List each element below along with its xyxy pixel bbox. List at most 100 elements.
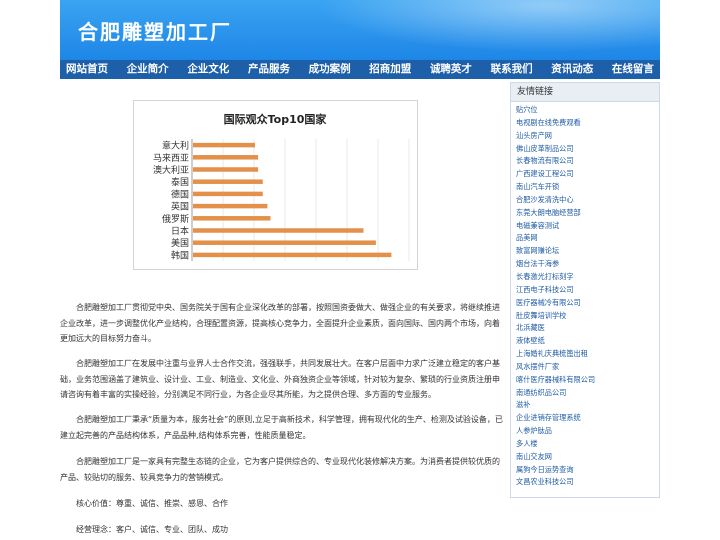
category-label: 意大利 xyxy=(162,140,189,152)
page-wrapper: 合肥雕塑加工厂 网站首页 企业简介 企业文化 产品服务 成功案例 招商加盟 诚聘… xyxy=(60,0,660,540)
sidebar-link-item: 液体壁纸 xyxy=(516,335,659,348)
nav-message[interactable]: 在线留言 xyxy=(612,60,654,79)
sidebar-link-item: 属狗今日运势查询 xyxy=(516,464,659,477)
sidebar-link-item: 文昌农业科技公司 xyxy=(516,476,659,489)
sidebar-link-item: 滋补 xyxy=(516,399,659,412)
sidebar-link[interactable]: 长春物流有限公司 xyxy=(516,156,574,165)
sidebar-link[interactable]: 致富网赚论坛 xyxy=(516,246,559,255)
sidebar-link[interactable]: 电磁兼容测试 xyxy=(516,221,559,230)
category-label: 韩国 xyxy=(171,249,189,261)
sidebar-link[interactable]: 肚皮舞培训学校 xyxy=(516,311,566,320)
main-nav: 网站首页 企业简介 企业文化 产品服务 成功案例 招商加盟 诚聘英才 联系我们 … xyxy=(60,60,660,79)
sidebar-link[interactable]: 广西建设工程公司 xyxy=(516,169,574,178)
nav-culture[interactable]: 企业文化 xyxy=(187,60,229,79)
sidebar-link[interactable]: 文昌农业科技公司 xyxy=(516,477,574,486)
nav-products[interactable]: 产品服务 xyxy=(248,60,290,79)
chart-bar xyxy=(193,191,263,197)
paragraph-quality: 合肥雕塑加工厂秉承“质量为本，服务社会”的原则,立足于高新技术，科学管理，拥有现… xyxy=(60,415,503,440)
sidebar-link[interactable]: 医疗器械冷有限公司 xyxy=(516,298,581,307)
sidebar-link-item: 合肥沙发清洗中心 xyxy=(516,194,659,207)
paragraph-values: 核心价值：尊重、诚信、推崇、感恩、合作 xyxy=(76,499,228,508)
sidebar-link[interactable]: 东莞大朗电脑经营部 xyxy=(516,208,581,217)
sidebar-link-item: 贴穴位 xyxy=(516,104,659,117)
sidebar-link[interactable]: 长春激光打标刻字 xyxy=(516,272,574,281)
sidebar-link[interactable]: 人参炉肽品 xyxy=(516,426,552,435)
sidebar-link[interactable]: 南山汽车开锁 xyxy=(516,182,559,191)
sidebar-link[interactable]: 汕头房产网 xyxy=(516,131,552,140)
sidebar-link-item: 汕头房产网 xyxy=(516,130,659,143)
chart-bar xyxy=(193,203,268,209)
sidebar-link[interactable]: 佛山皮革制品公司 xyxy=(516,144,574,153)
sidebar-link-item: 人参炉肽品 xyxy=(516,425,659,438)
chart-bar xyxy=(193,155,259,160)
sidebar-link[interactable]: 江西电子科技公司 xyxy=(516,285,574,294)
nav-about[interactable]: 企业简介 xyxy=(127,60,169,79)
sidebar-link[interactable]: 液体壁纸 xyxy=(516,336,545,345)
category-label: 俄罗斯 xyxy=(162,213,189,225)
sidebar-link-item: 长春激光打标刻字 xyxy=(516,271,659,284)
sidebar-link[interactable]: 属狗今日运势查询 xyxy=(516,465,574,474)
site-title[interactable]: 合肥雕塑加工厂 xyxy=(78,16,232,45)
chart-bar xyxy=(193,142,255,148)
sidebar-link-item: 江西电子科技公司 xyxy=(516,284,659,297)
nav-home[interactable]: 网站首页 xyxy=(66,60,108,79)
sidebar-link[interactable]: 品美网 xyxy=(516,233,538,242)
category-label: 德国 xyxy=(171,188,189,200)
sidebar-link-item: 致富网赚论坛 xyxy=(516,245,659,258)
sidebar-link-list: 贴穴位电视剧在线免费观看 汕头房产网佛山皮革制品公司 长春物流有限公司 广西建设工程公… xyxy=(511,102,659,489)
category-label: 澳大利亚 xyxy=(153,164,189,176)
sidebar-link-item: 长春物流有限公司 xyxy=(516,155,659,168)
sidebar-link-item: 品美网 xyxy=(516,232,659,245)
sidebar-link-item: 北浜藏医 xyxy=(516,322,659,335)
sidebar-link[interactable]: 南通纺织品公司 xyxy=(516,388,566,397)
chart-bar xyxy=(193,228,364,233)
bar-chart: 国际观众Top10国家意大利马来西亚澳大利亚泰国德国英国俄罗斯日本美国韩国 xyxy=(153,112,410,261)
sidebar-link[interactable]: 烟台法干海参 xyxy=(516,259,559,268)
sidebar-link-item: 多人楼 xyxy=(516,438,659,451)
sidebar-link[interactable]: 风水摆件厂家 xyxy=(516,362,559,371)
sidebar-link-item: 企业进销存管理系统 xyxy=(516,412,659,425)
category-label: 泰国 xyxy=(171,176,189,188)
sidebar-link[interactable]: 合肥沙发清洗中心 xyxy=(516,195,574,204)
header-highlight xyxy=(280,0,660,60)
sidebar-link[interactable]: 北浜藏医 xyxy=(516,323,545,332)
sidebar-link-item: 广西建设工程公司 xyxy=(516,168,659,181)
sidebar-link[interactable]: 企业进销存管理系统 xyxy=(516,413,581,422)
sidebar-link[interactable]: 南山交友网 xyxy=(516,452,552,461)
sidebar-link[interactable]: 电视剧在线免费观看 xyxy=(516,118,581,127)
sidebar-link[interactable]: 多人楼 xyxy=(516,439,538,448)
sidebar-link-item: 喀什医疗器械科有限公司 xyxy=(516,374,659,387)
nav-contact[interactable]: 联系我们 xyxy=(491,60,533,79)
chart-image: 国际观众Top10国家 意大利 马来西亚 澳大利亚 泰国 德国 英国 俄罗斯 日本 美国 韩国 xyxy=(133,100,418,270)
sidebar-link-item: 南山汽车开锁 xyxy=(516,181,659,194)
sidebar-link-item: 南通纺织品公司 xyxy=(516,387,659,400)
category-label: 美国 xyxy=(171,237,189,249)
sidebar-link-item: 烟台法干海参 xyxy=(516,258,659,271)
sidebar-link-item: 东莞大朗电脑经营部 xyxy=(516,207,659,220)
nav-cases[interactable]: 成功案例 xyxy=(309,60,351,79)
category-label: 英国 xyxy=(171,201,189,213)
paragraph-cooperation: 合肥雕塑加工厂在发展中注重与业界人士合作交流，强强联手，共同发展壮大。在客户层面… xyxy=(60,359,500,399)
sidebar-link[interactable]: 贴穴位 xyxy=(516,105,538,114)
nav-jobs[interactable]: 诚聘英才 xyxy=(430,60,472,79)
sidebar-link-item: 肚皮舞培训学校 xyxy=(516,310,659,323)
chart-bar xyxy=(193,216,271,221)
sidebar-title: 友情链接 xyxy=(511,83,659,102)
sidebar-link-item: 电视剧在线免费观看 xyxy=(516,117,659,130)
nav-franchise[interactable]: 招商加盟 xyxy=(369,60,411,79)
sidebar-link-item: 电磁兼容测试 xyxy=(516,220,659,233)
sidebar-link[interactable]: 上海婚礼庆典梳篦出租 xyxy=(516,349,588,358)
sidebar-link-item: 南山交友网 xyxy=(516,451,659,464)
sidebar-link[interactable]: 喀什医疗器械科有限公司 xyxy=(516,375,595,384)
sidebar-link-item: 佛山皮革制品公司 xyxy=(516,143,659,156)
sidebar-link-item: 上海婚礼庆典梳篦出租 xyxy=(516,348,659,361)
category-label: 马来西亚 xyxy=(153,153,189,164)
sidebar-link[interactable]: 滋补 xyxy=(516,400,530,409)
paragraph-intro: 合肥雕塑加工厂贯彻党中央、国务院关于国有企业深化改革的部署，按照国资委做大、做强… xyxy=(60,303,500,343)
chart-bar xyxy=(193,240,376,245)
paragraph-solutions: 合肥雕塑加工厂是一家具有完整生态链的企业，它为客户提供综合的、专业现代化装修解决… xyxy=(60,457,500,482)
site-header: 合肥雕塑加工厂 xyxy=(60,0,660,60)
paragraph-philosophy: 经营理念：客户、诚信、专业、团队、成功 xyxy=(76,525,228,534)
nav-news[interactable]: 资讯动态 xyxy=(551,60,593,79)
sidebar-link-item: 风水摆件厂家 xyxy=(516,361,659,374)
